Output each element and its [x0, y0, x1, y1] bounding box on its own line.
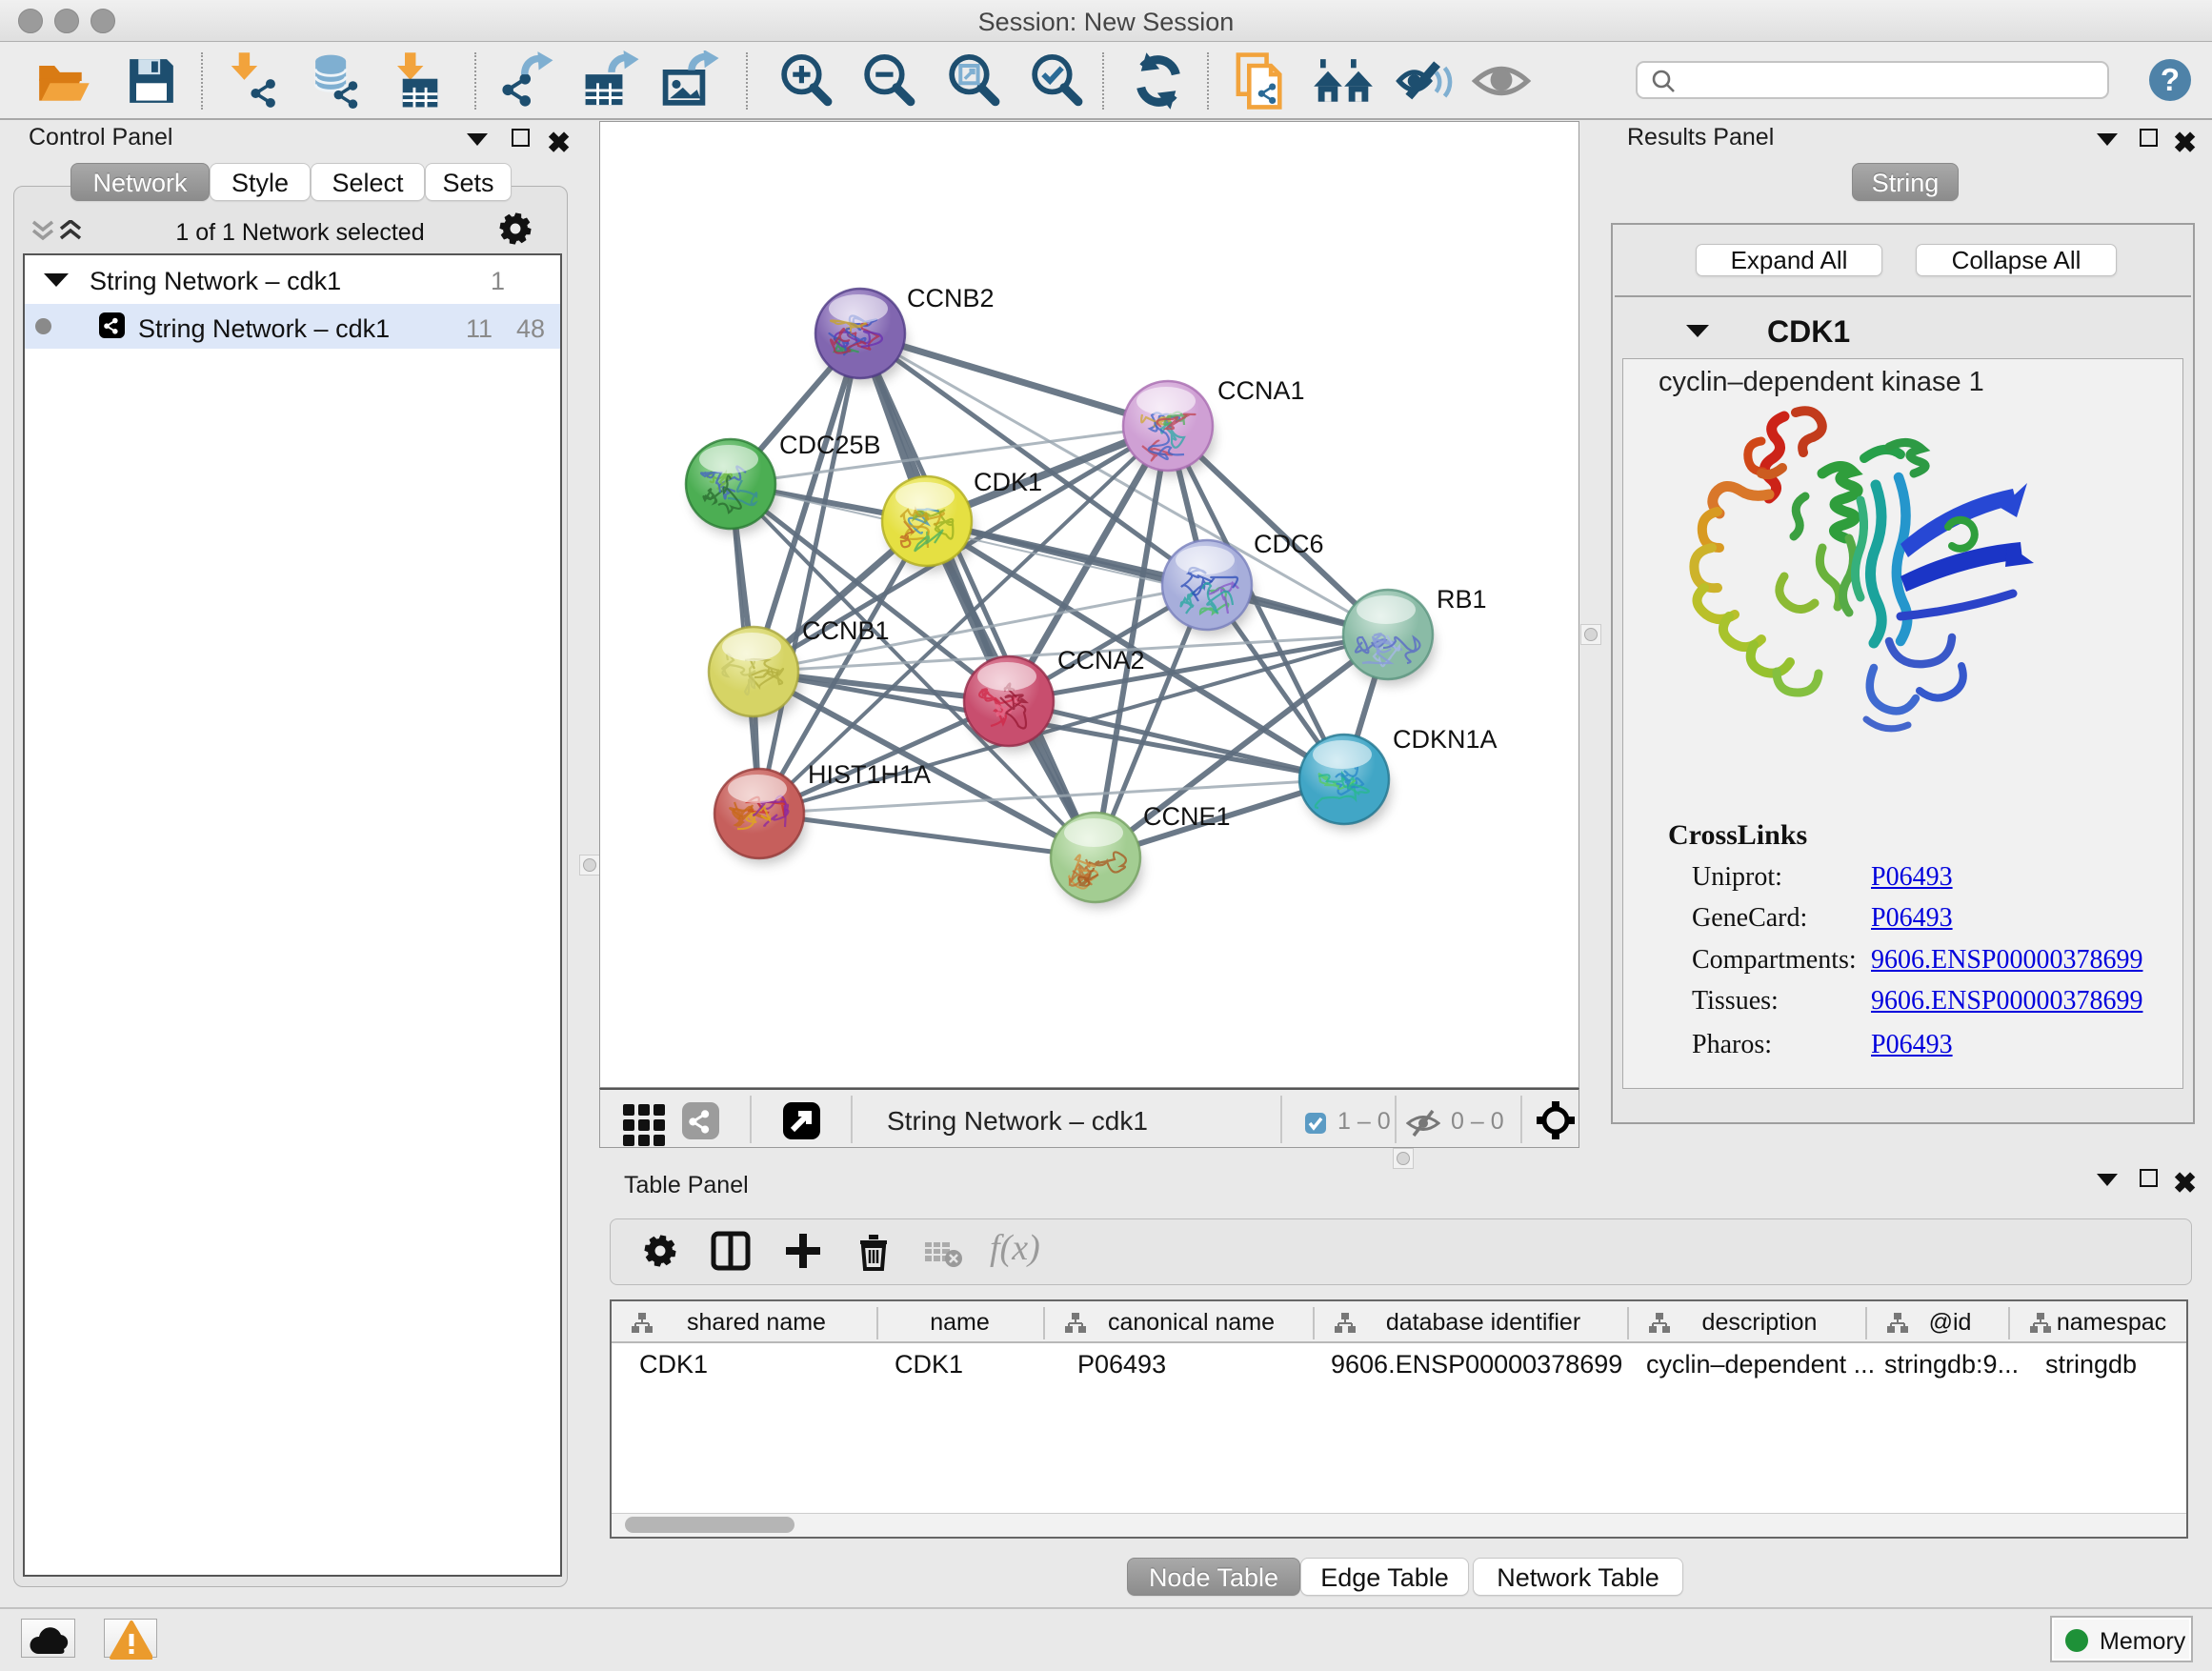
- svg-text:CDK1: CDK1: [974, 468, 1042, 496]
- svg-text:CCNE1: CCNE1: [1143, 802, 1231, 831]
- svg-text:RB1: RB1: [1437, 585, 1487, 614]
- svg-text:CCNA1: CCNA1: [1217, 376, 1305, 405]
- svg-text:CCNB2: CCNB2: [907, 284, 995, 312]
- svg-text:CCNA2: CCNA2: [1057, 646, 1145, 674]
- svg-text:CCNB1: CCNB1: [802, 616, 890, 645]
- svg-text:CDC6: CDC6: [1254, 530, 1324, 558]
- svg-text:CDC25B: CDC25B: [779, 431, 881, 459]
- svg-text:HIST1H1A: HIST1H1A: [808, 760, 931, 789]
- svg-text:CDKN1A: CDKN1A: [1393, 725, 1498, 754]
